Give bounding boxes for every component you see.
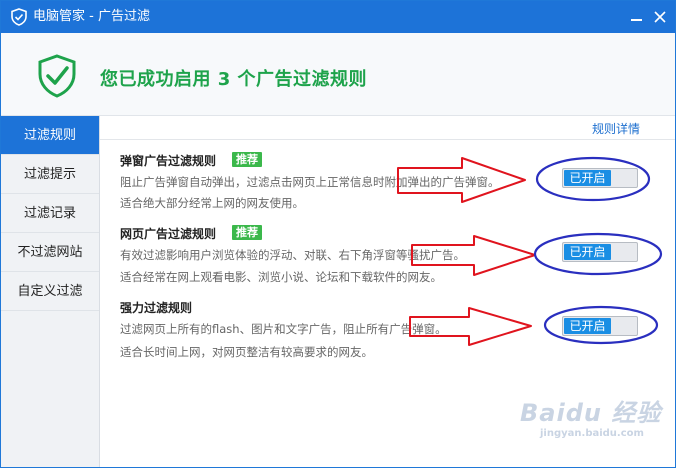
app-shield-icon	[11, 8, 27, 26]
toggle-strong-rule[interactable]: 已开启	[562, 316, 638, 336]
rule-desc-popup-line1: 阻止广告弹窗自动弹出，过滤点击网页上正常信息时附加弹出的广告弹窗。	[120, 175, 500, 189]
sidebar-item-filter-rules[interactable]: 过滤规则	[1, 116, 99, 155]
sidebar-item-whitelist-sites[interactable]: 不过滤网站	[1, 233, 99, 272]
rule-title-webpage: 网页广告过滤规则	[120, 227, 217, 241]
divider	[100, 139, 675, 140]
sidebar-item-custom-filter[interactable]: 自定义过滤	[1, 272, 99, 311]
window-title: 电脑管家 - 广告过滤	[33, 9, 150, 24]
recommend-badge: 推荐	[232, 152, 262, 167]
rule-desc-strong-line1: 过滤网页上所有的flash、图片和文字广告，阻止所有广告弹窗。	[120, 322, 447, 336]
toggle-on-label: 已开启	[564, 318, 611, 334]
close-button[interactable]	[649, 6, 671, 28]
sidebar-item-filter-tips[interactable]: 过滤提示	[1, 155, 99, 194]
minimize-icon	[630, 19, 642, 21]
recommend-badge: 推荐	[232, 225, 262, 240]
status-message: 您已成功启用 3 个广告过滤规则	[100, 69, 368, 90]
sidebar-item-filter-log[interactable]: 过滤记录	[1, 194, 99, 233]
watermark: Baidu 经验 jingyan.baidu.com	[520, 393, 661, 439]
rules-details-link[interactable]: 规则详情	[592, 120, 640, 137]
toggle-on-label: 已开启	[564, 170, 611, 186]
toggle-popup-rule[interactable]: 已开启	[562, 168, 638, 188]
rule-desc-webpage-line1: 有效过滤影响用户浏览体验的浮动、对联、右下角浮窗等骚扰广告。	[120, 248, 465, 262]
rule-title-popup: 弹窗广告过滤规则	[120, 154, 217, 168]
watermark-logo: Baidu 经验	[520, 399, 662, 427]
rule-desc-webpage-line2: 适合经常在网上观看电影、浏览小说、论坛和下载软件的网友。	[120, 270, 442, 284]
rule-desc-strong-line2: 适合长时间上网，对网页整洁有较高要求的网友。	[120, 345, 373, 359]
rule-title-strong: 强力过滤规则	[120, 301, 193, 315]
status-header: 您已成功启用 3 个广告过滤规则	[1, 33, 675, 116]
shield-check-icon	[38, 54, 76, 98]
close-icon	[654, 11, 666, 23]
sidebar: 过滤规则 过滤提示 过滤记录 不过滤网站 自定义过滤	[1, 116, 100, 467]
toggle-on-label: 已开启	[564, 244, 611, 260]
toggle-webpage-rule[interactable]: 已开启	[562, 242, 638, 262]
minimize-button[interactable]	[625, 6, 647, 28]
title-bar: 电脑管家 - 广告过滤	[1, 1, 675, 33]
rule-desc-popup-line2: 适合绝大部分经常上网的网友使用。	[120, 196, 304, 210]
watermark-url: jingyan.baidu.com	[540, 428, 644, 439]
